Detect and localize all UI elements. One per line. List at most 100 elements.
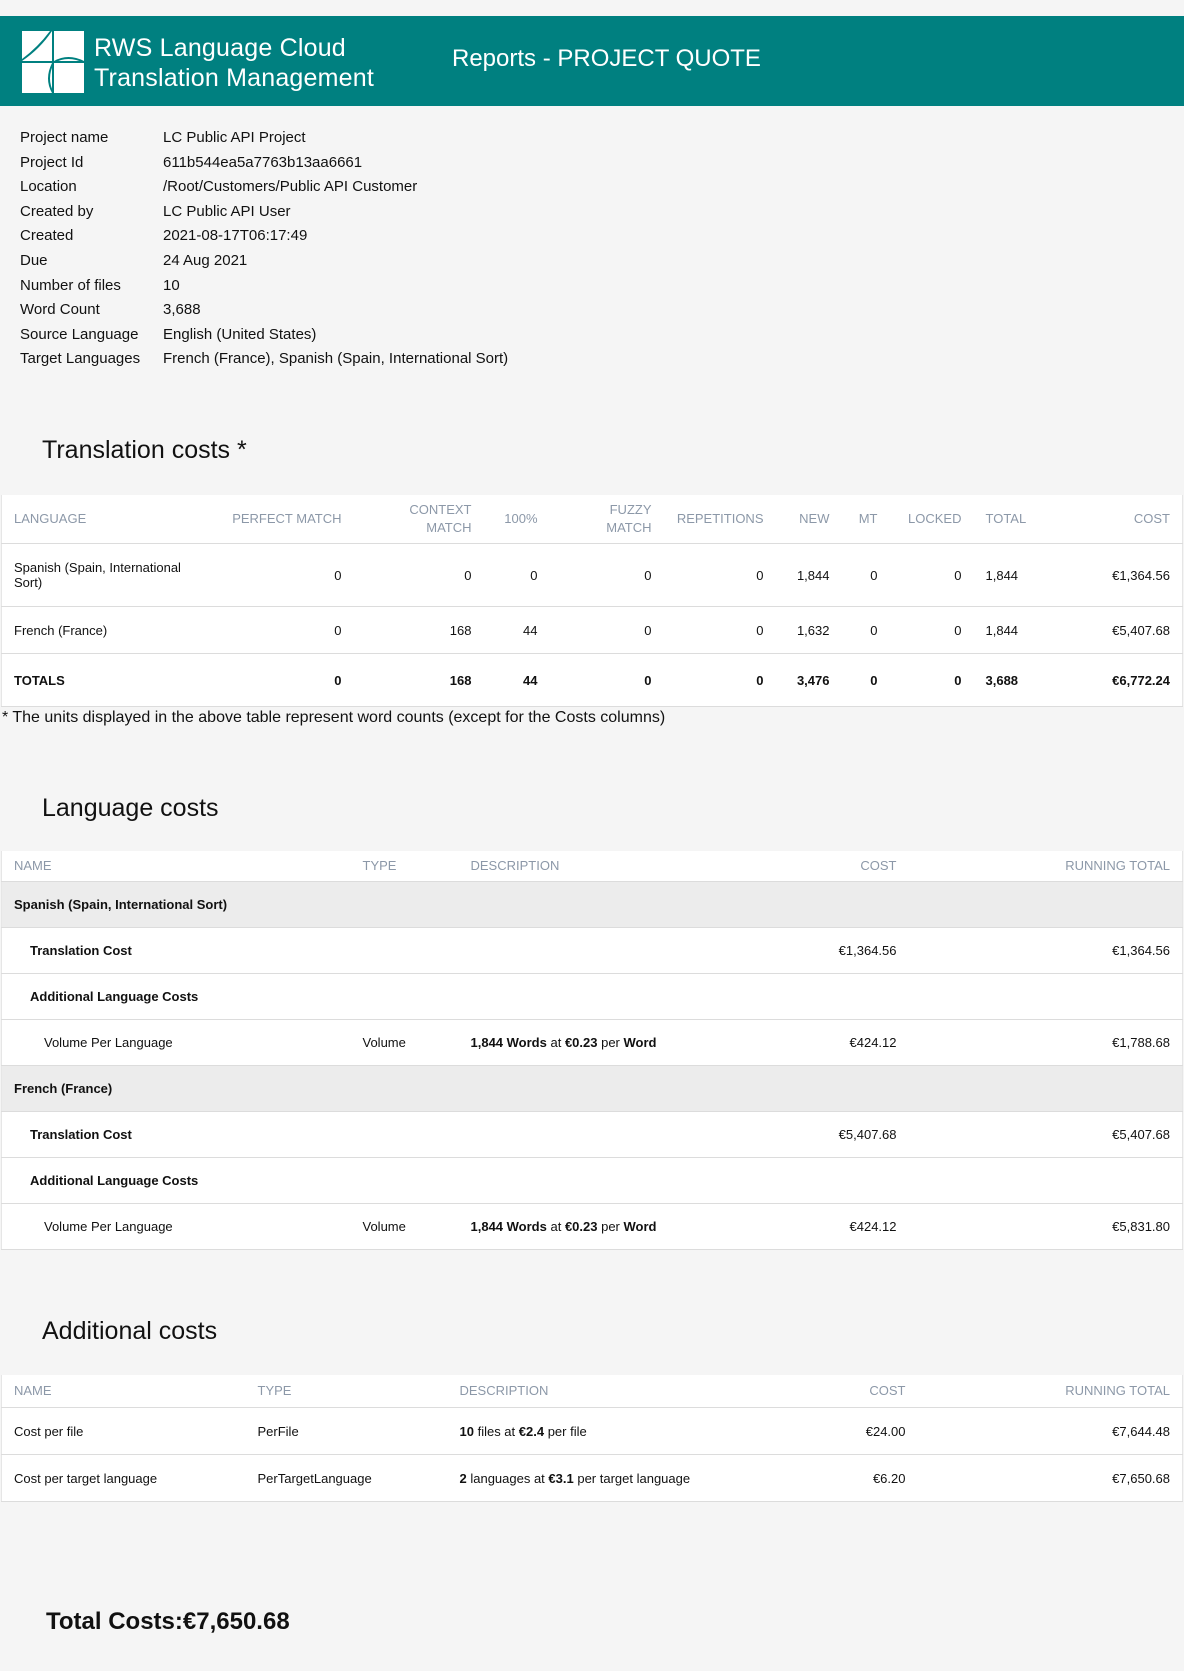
table-cell: €5,407.68 bbox=[1053, 606, 1183, 654]
table-cell: 1,844 bbox=[775, 543, 842, 607]
table-cell: €1,364.56 bbox=[1053, 543, 1183, 607]
item-type: Volume bbox=[350, 1019, 459, 1066]
item-type: PerFile bbox=[245, 1407, 448, 1455]
table-header-row: NAME TYPE DESCRIPTION COST RUNNING TOTAL bbox=[1, 1375, 1183, 1408]
table-cell: 168 bbox=[353, 606, 484, 654]
column-header: TOTAL bbox=[973, 495, 1054, 544]
table-cell bbox=[350, 1111, 459, 1158]
table-cell: 1,632 bbox=[775, 606, 842, 654]
running-total-cell: €1,788.68 bbox=[908, 1019, 1183, 1066]
info-row: Created by LC Public API User bbox=[20, 200, 508, 225]
total-costs-label: Total Costs: bbox=[46, 1608, 183, 1635]
table-cell: 0 bbox=[889, 606, 974, 654]
units-note: * The units displayed in the above table… bbox=[2, 709, 666, 726]
column-header: LOCKED bbox=[889, 495, 974, 544]
info-label: Target Languages bbox=[20, 350, 141, 368]
info-label: Number of files bbox=[20, 276, 121, 294]
language-group-name: French (France) bbox=[1, 1065, 1183, 1112]
column-header: TYPE bbox=[245, 1375, 448, 1408]
desc-text: per file bbox=[544, 1423, 587, 1439]
table-cell: 44 bbox=[483, 653, 550, 707]
desc-words: 1,844 Words bbox=[470, 1035, 547, 1050]
column-header: NAME bbox=[1, 1375, 246, 1408]
table-row: French (France) 0 168 44 0 0 1,632 0 0 1… bbox=[1, 606, 1183, 654]
column-header: TYPE bbox=[350, 851, 459, 882]
language-group-row: Spanish (Spain, International Sort) bbox=[1, 881, 1183, 928]
table-cell bbox=[458, 927, 809, 974]
item-description: 2 languages at €3.1 per target language bbox=[447, 1454, 818, 1502]
table-cell: 3,476 bbox=[775, 653, 842, 707]
table-cell: 0 bbox=[217, 543, 354, 607]
language-costs-title: Language costs bbox=[42, 794, 219, 822]
column-header: MT bbox=[841, 495, 890, 544]
info-value: LC Public API Project bbox=[163, 129, 306, 146]
cost-cell: €424.12 bbox=[808, 1019, 909, 1066]
report-title: Reports - PROJECT QUOTE bbox=[452, 45, 761, 72]
desc-text: languages at bbox=[466, 1470, 549, 1486]
info-value: 2021-08-17T06:17:49 bbox=[163, 227, 308, 245]
cost-cell: €5,407.68 bbox=[808, 1111, 909, 1158]
table-cell bbox=[458, 1111, 809, 1158]
item-description: 10 files at €2.4 per file bbox=[447, 1407, 818, 1455]
info-label: Project Id bbox=[20, 153, 84, 171]
table-cell: 0 bbox=[217, 606, 354, 654]
info-label: Location bbox=[20, 178, 77, 196]
table-cell bbox=[350, 927, 459, 974]
desc-unit: Word bbox=[623, 1035, 657, 1050]
table-row: Spanish (Spain, International Sort) 0 0 … bbox=[1, 543, 1183, 607]
running-total-cell: €7,650.68 bbox=[917, 1454, 1183, 1502]
translation-cost-label: Translation Cost bbox=[1, 1111, 351, 1158]
additional-costs-title: Additional costs bbox=[42, 1317, 218, 1345]
table-cell: 0 bbox=[353, 543, 484, 607]
desc-quantity: 2 bbox=[459, 1470, 467, 1486]
table-row: Cost per file PerFile 10 files at €2.4 p… bbox=[1, 1407, 1183, 1455]
language-costs-table: NAME TYPE DESCRIPTION COST RUNNING TOTAL… bbox=[1, 851, 1183, 1250]
info-label: Due bbox=[20, 251, 48, 269]
cost-cell: €24.00 bbox=[817, 1407, 918, 1455]
table-cell: 0 bbox=[549, 606, 664, 654]
project-info: Project name LC Public API Project Projec… bbox=[20, 126, 508, 372]
column-header: RUNNING TOTAL bbox=[908, 851, 1183, 882]
report-header: RWS Language Cloud Translation Managemen… bbox=[0, 16, 1184, 106]
info-label: Created bbox=[20, 227, 74, 245]
desc-rate: €2.4 bbox=[518, 1423, 545, 1439]
desc-text: per bbox=[597, 1219, 624, 1234]
cost-cell: €6.20 bbox=[817, 1454, 918, 1502]
column-header: NEW bbox=[775, 495, 842, 544]
cost-cell: €1,364.56 bbox=[808, 927, 909, 974]
translation-costs-table: LANGUAGE PERFECT MATCH CONTEXT MATCH 100… bbox=[1, 495, 1183, 707]
desc-text: files at bbox=[473, 1423, 519, 1439]
info-value: English (United States) bbox=[163, 325, 317, 343]
info-row: Target Languages French (France), Spanish… bbox=[20, 347, 508, 372]
running-total-cell: €7,644.48 bbox=[917, 1407, 1183, 1455]
language-group-name: Spanish (Spain, International Sort) bbox=[1, 881, 1183, 928]
table-row: Volume Per Language Volume 1,844 Words a… bbox=[1, 1019, 1183, 1066]
info-row: Source Language English (United States) bbox=[20, 323, 508, 348]
column-header: CONTEXT MATCH bbox=[353, 495, 484, 544]
desc-rate: €0.23 bbox=[564, 1219, 598, 1234]
desc-unit: Word bbox=[623, 1219, 657, 1234]
table-cell: TOTALS bbox=[1, 653, 218, 707]
desc-text: per target language bbox=[573, 1470, 691, 1486]
rws-logo-icon bbox=[22, 31, 84, 93]
item-name: Volume Per Language bbox=[1, 1203, 351, 1250]
cost-cell: €424.12 bbox=[808, 1203, 909, 1250]
info-label: Created by bbox=[20, 202, 94, 220]
translation-costs-title: Translation costs * bbox=[42, 436, 247, 464]
table-cell: €6,772.24 bbox=[1053, 653, 1183, 707]
desc-text: at bbox=[546, 1035, 565, 1050]
desc-rate: €3.1 bbox=[548, 1470, 574, 1486]
total-costs: Total Costs:€7,650.68 bbox=[46, 1608, 290, 1636]
table-row: Cost per target language PerTargetLangua… bbox=[1, 1454, 1183, 1502]
info-value: 24 Aug 2021 bbox=[163, 251, 248, 269]
table-header-row: LANGUAGE PERFECT MATCH CONTEXT MATCH 100… bbox=[1, 495, 1183, 544]
table-cell: French (France) bbox=[1, 606, 218, 654]
brand-line-2: Translation Management bbox=[94, 64, 375, 92]
column-header: DESCRIPTION bbox=[447, 1375, 818, 1408]
table-row: Volume Per Language Volume 1,844 Words a… bbox=[1, 1203, 1183, 1250]
translation-cost-label: Translation Cost bbox=[1, 927, 351, 974]
column-header: COST bbox=[1053, 495, 1183, 544]
column-header: FUZZY MATCH bbox=[549, 495, 664, 544]
table-cell: 0 bbox=[549, 543, 664, 607]
column-header: NAME bbox=[1, 851, 351, 882]
